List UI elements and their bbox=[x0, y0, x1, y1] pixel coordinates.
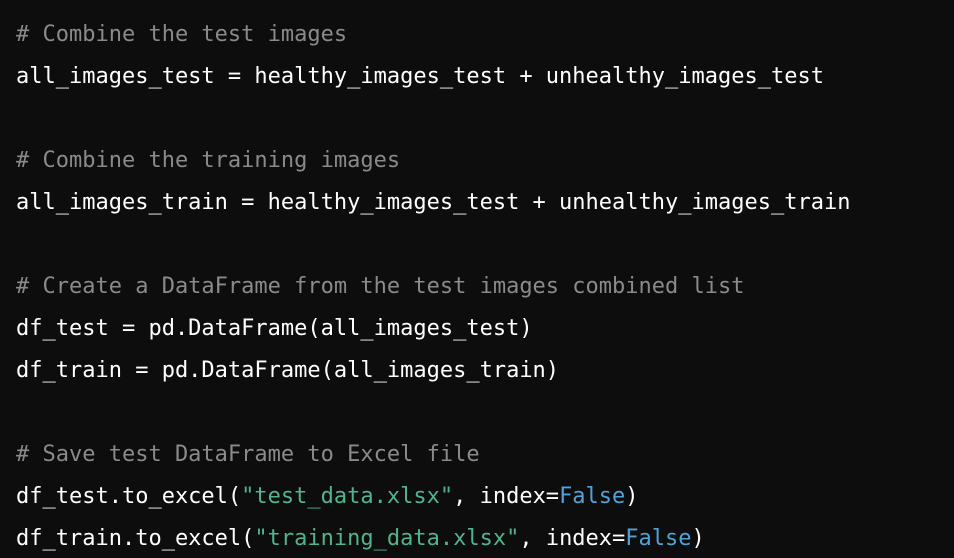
code-token-plain: , index= bbox=[453, 484, 560, 509]
code-line: # Save test DataFrame to Excel file bbox=[16, 434, 954, 476]
code-line: df_train.to_excel("training_data.xlsx", … bbox=[16, 518, 954, 558]
code-token-comment: # Create a DataFrame from the test image… bbox=[16, 274, 745, 299]
code-token-plain: ) bbox=[691, 526, 705, 551]
code-token-keyword: False bbox=[625, 526, 692, 551]
code-token-plain: df_test.to_excel( bbox=[16, 484, 242, 509]
code-token-plain: ) bbox=[625, 484, 639, 509]
code-line: all_images_test = healthy_images_test + … bbox=[16, 56, 954, 98]
code-token-plain: df_train = pd.DataFrame(all_images_train… bbox=[16, 358, 560, 383]
code-token-plain: df_train.to_excel( bbox=[16, 526, 255, 551]
code-token-string: "training_data.xlsx" bbox=[254, 526, 520, 551]
code-token-plain: all_images_train = healthy_images_test +… bbox=[16, 190, 851, 215]
code-line: # Combine the training images bbox=[16, 140, 954, 182]
code-token-keyword: False bbox=[559, 484, 626, 509]
code-line: # Combine the test images bbox=[16, 14, 954, 56]
code-token-comment: # Combine the training images bbox=[16, 148, 401, 173]
code-token-comment: # Save test DataFrame to Excel file bbox=[16, 442, 480, 467]
code-token-plain: all_images_test = healthy_images_test + … bbox=[16, 64, 824, 89]
code-token-plain: , index= bbox=[519, 526, 626, 551]
code-line: df_test.to_excel("test_data.xlsx", index… bbox=[16, 476, 954, 518]
code-line: df_train = pd.DataFrame(all_images_train… bbox=[16, 350, 954, 392]
code-line: all_images_train = healthy_images_test +… bbox=[16, 182, 954, 224]
code-block[interactable]: # Combine the test images all_images_test… bbox=[0, 0, 954, 558]
code-token-plain: df_test = pd.DataFrame(all_images_test) bbox=[16, 316, 533, 341]
code-token-string: "test_data.xlsx" bbox=[241, 484, 454, 509]
code-line: # Create a DataFrame from the test image… bbox=[16, 266, 954, 308]
code-line: df_test = pd.DataFrame(all_images_test) bbox=[16, 308, 954, 350]
code-token-comment: # Combine the test images bbox=[16, 22, 348, 47]
